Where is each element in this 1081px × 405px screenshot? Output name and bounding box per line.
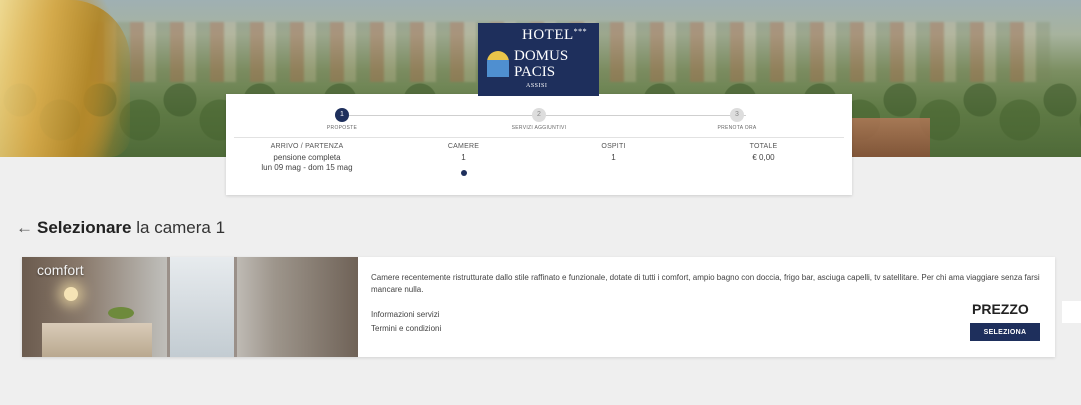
room-indicator-dot (460, 170, 467, 176)
step-3-label: PRENOTA ORA (717, 125, 757, 131)
bed (42, 323, 152, 357)
room-offer-card: comfort Camere recentemente ristrutturat… (22, 257, 1081, 357)
terms-conditions-link[interactable]: Termini e condizioni (371, 324, 441, 333)
guests-column: OSPITI 1 (576, 143, 651, 163)
logo-name-line2: PACIS (514, 64, 556, 80)
back-arrow-icon[interactable]: ← (16, 218, 33, 237)
hotel-logo[interactable]: HOTEL*** DOMUS PACIS ASSISI (478, 23, 599, 96)
logo-hotel-text: HOTEL*** (522, 27, 588, 43)
logo-city: ASSISI (526, 83, 548, 89)
stay-dates: lun 09 mag - dom 15 mag (261, 163, 353, 172)
services-info-link[interactable]: Informazioni servizi (371, 310, 439, 319)
church-icon (487, 51, 509, 77)
room-description: Camere recentemente ristrutturate dallo … (371, 273, 1040, 294)
logo-name-line1: DOMUS (514, 48, 569, 64)
bathroom-door (167, 257, 237, 357)
stepper-line (346, 115, 746, 116)
plant-icon (108, 307, 134, 319)
rooftop (850, 118, 930, 157)
step-1-indicator[interactable]: 1 (335, 108, 349, 122)
select-room-button[interactable]: SELEZIONA (970, 323, 1040, 341)
room-type-tag: comfort (37, 262, 84, 278)
rooms-value: 1 (461, 153, 466, 162)
total-value: € 0,00 (752, 153, 775, 162)
price-value-box (1062, 301, 1081, 323)
rooms-column: CAMERE 1 (426, 143, 501, 181)
guests-header: OSPITI (601, 143, 626, 150)
page-title-rest: la camera 1 (136, 218, 226, 237)
arrival-header: ARRIVO / PARTENZA (270, 143, 344, 150)
step-2-label: SERVIZI AGGIUNTIVI (511, 125, 567, 131)
golden-statue (0, 0, 130, 157)
page-title-bold: Selezionare (37, 218, 132, 237)
total-column: TOTALE € 0,00 (726, 143, 801, 163)
arrival-column: ARRIVO / PARTENZA pensione completa lun … (252, 143, 362, 173)
rooms-header: CAMERE (447, 143, 480, 150)
step-2-indicator[interactable]: 2 (532, 108, 546, 122)
lamp-icon (64, 287, 78, 301)
guests-value: 1 (611, 153, 616, 162)
summary-divider (234, 137, 844, 138)
logo-stars: *** (573, 27, 588, 36)
price-label: PREZZO (972, 301, 1029, 317)
step-1-label: PROPOSTE (326, 125, 358, 131)
step-3-indicator[interactable]: 3 (730, 108, 744, 122)
booking-summary-card: 1 PROPOSTE 2 SERVIZI AGGIUNTIVI 3 PRENOT… (226, 94, 852, 195)
room-photo[interactable]: comfort (22, 257, 358, 357)
total-header: TOTALE (749, 143, 778, 150)
page-title: ← Selezionare la camera 1 (16, 218, 225, 238)
board-type: pensione completa (273, 153, 341, 162)
